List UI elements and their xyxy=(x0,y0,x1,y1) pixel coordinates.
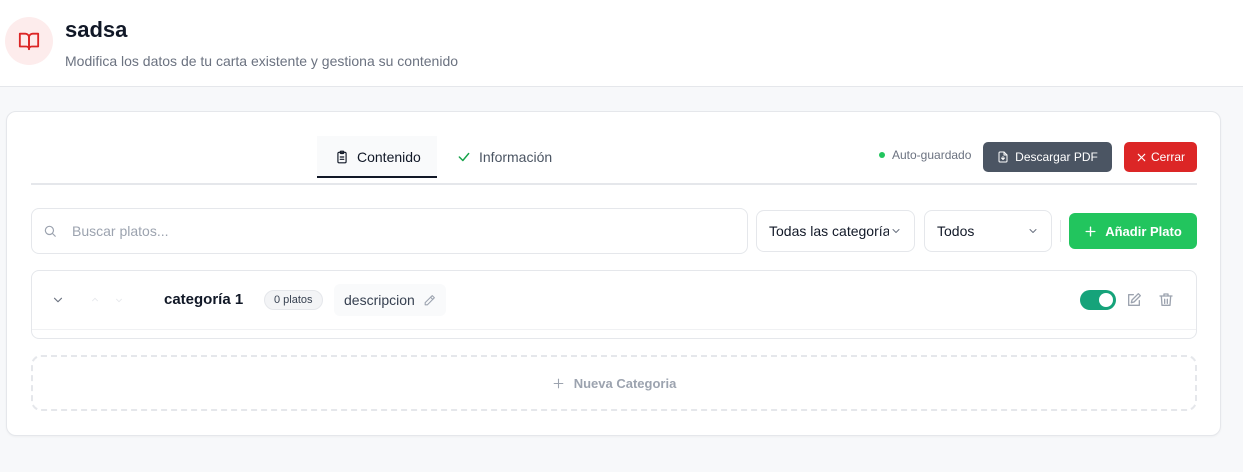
dish-count-badge: 0 platos xyxy=(264,290,323,310)
add-dish-label: Añadir Plato xyxy=(1105,223,1182,239)
new-category-button[interactable]: Nueva Categoria xyxy=(31,355,1197,411)
close-button[interactable]: Cerrar xyxy=(1124,142,1197,172)
autosave-status: Auto-guardado xyxy=(879,148,971,162)
plus-icon xyxy=(1084,225,1097,238)
status-filter-select[interactable]: Todos xyxy=(924,210,1052,252)
editor-card: Contenido Información Auto-guardado Desc… xyxy=(6,111,1221,436)
category-visibility-toggle[interactable] xyxy=(1080,290,1116,310)
chevron-down-icon xyxy=(890,225,902,237)
edit-icon[interactable] xyxy=(1126,292,1142,308)
add-dish-button[interactable]: Añadir Plato xyxy=(1069,213,1197,249)
plus-icon xyxy=(552,377,565,390)
category-divider xyxy=(32,329,1196,330)
status-dot xyxy=(879,152,885,158)
book-open-icon xyxy=(5,17,53,65)
search-input[interactable] xyxy=(72,223,712,239)
arrow-up-icon[interactable] xyxy=(90,295,100,305)
download-pdf-label: Descargar PDF xyxy=(1015,150,1098,164)
new-category-label: Nueva Categoria xyxy=(573,375,677,391)
search-box xyxy=(31,208,748,254)
status-filter-value: Todos xyxy=(937,223,975,239)
check-icon xyxy=(457,150,471,164)
category-description[interactable]: descripcion xyxy=(334,284,446,316)
arrow-down-icon[interactable] xyxy=(114,295,124,305)
chevron-down-icon[interactable] xyxy=(51,293,65,307)
clipboard-icon xyxy=(335,150,349,164)
page-subtitle: Modifica los datos de tu carta existente… xyxy=(65,53,459,69)
pencil-icon xyxy=(423,294,436,307)
active-tab-indicator xyxy=(317,176,437,178)
close-label: Cerrar xyxy=(1150,150,1185,164)
autosave-label: Auto-guardado xyxy=(892,148,972,162)
tab-contenido[interactable]: Contenido xyxy=(317,136,437,178)
close-icon xyxy=(1136,152,1147,163)
chevron-down-icon xyxy=(1027,225,1039,237)
tab-label: Contenido xyxy=(357,149,421,165)
category-description-text: descripcion xyxy=(344,292,415,308)
search-icon xyxy=(43,224,57,238)
category-panel: categoría 1 0 platos descripcion xyxy=(31,270,1197,339)
page-header: sadsa Modifica los datos de tu carta exi… xyxy=(0,0,1243,87)
category-filter-value: Todas las categorías xyxy=(769,223,889,239)
reorder-arrows[interactable] xyxy=(90,295,124,305)
download-pdf-button[interactable]: Descargar PDF xyxy=(983,142,1112,172)
category-filter-select[interactable]: Todas las categorías xyxy=(756,210,915,252)
toolbar-divider xyxy=(1060,220,1061,242)
tab-label: Información xyxy=(479,149,553,165)
tab-informacion[interactable]: Información xyxy=(457,136,562,178)
trash-icon[interactable] xyxy=(1158,292,1174,308)
tabs-divider xyxy=(31,183,1197,185)
category-name: categoría 1 xyxy=(164,291,244,308)
page-title: sadsa xyxy=(65,17,128,42)
file-download-icon xyxy=(997,151,1009,163)
